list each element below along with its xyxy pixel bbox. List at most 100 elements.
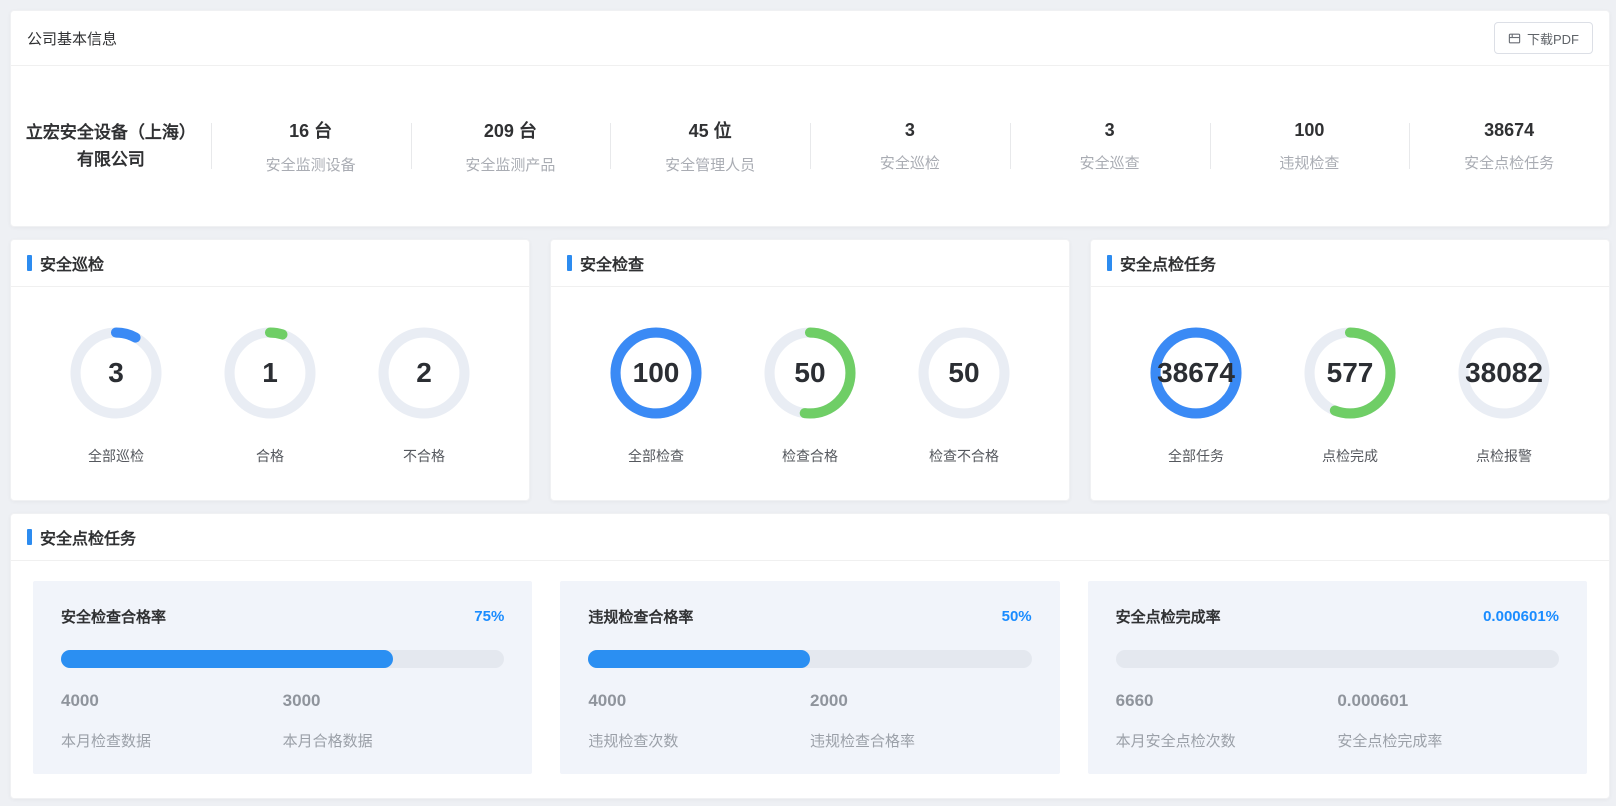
download-pdf-button[interactable]: 下载PDF [1494,22,1593,54]
stat-label: 违规检查 [1210,152,1410,173]
rate-stat: 4000 违规检查次数 [588,691,810,751]
stat-label: 安全监测产品 [411,154,611,175]
donut-label: 全部检查 [628,446,684,466]
rate-stat-label: 违规检查次数 [588,730,810,751]
rate-stat-label: 本月合格数据 [283,730,505,751]
stat-label: 安全点检任务 [1409,152,1609,173]
download-icon [1508,32,1521,45]
rate-stat-value: 4000 [61,691,283,711]
donut-ring: 100 [610,327,702,419]
company-name: 立宏安全设备（上海）有限公司 [11,119,211,173]
rate-percent: 0.000601% [1483,608,1559,625]
rings-row: 3 全部巡检 1 合格 2 不合格 [11,287,529,466]
donut-label: 检查不合格 [929,446,999,466]
stat-value: 209 台 [411,117,611,143]
rate-stat-label: 安全点检完成率 [1337,730,1559,751]
donut-ring: 38674 [1150,327,1242,419]
rate-stats-row: 6660 本月安全点检次数 0.000601 安全点检完成率 [1116,691,1559,751]
donut-stat: 3 全部巡检 [70,327,162,466]
stat-label: 安全监测设备 [211,154,411,175]
stat-item: 3 安全巡查 [1010,120,1210,173]
progress-bar [588,650,1031,668]
ring-card-header: 安全检查 [551,240,1069,287]
rate-stat-value: 4000 [588,691,810,711]
card-title: 安全巡检 [40,251,104,275]
donut-label: 合格 [256,446,284,466]
donut-value: 50 [764,327,856,419]
title-accent-bar [27,529,32,545]
donut-ring: 1 [224,327,316,419]
donut-stat: 100 全部检查 [610,327,702,466]
rate-panel: 安全点检完成率 0.000601% 6660 本月安全点检次数 0.000601… [1088,581,1587,774]
stat-item: 45 位 安全管理人员 [610,117,810,175]
ring-card: 安全检查 100 全部检查 50 检查合格 50 检查不 [550,239,1070,501]
donut-label: 全部任务 [1168,446,1224,466]
donut-label: 全部巡检 [88,446,144,466]
company-stats-row: 立宏安全设备（上海）有限公司 16 台 安全监测设备 209 台 安全监测产品 … [11,66,1609,226]
ring-card: 安全点检任务 38674 全部任务 577 点检完成 38082 [1090,239,1610,501]
donut-stat: 38674 全部任务 [1150,327,1242,466]
rate-panel: 违规检查合格率 50% 4000 违规检查次数 2000 违规检查合格率 [560,581,1059,774]
rate-stat-value: 0.000601 [1337,691,1559,711]
donut-label: 点检报警 [1476,446,1532,466]
progress-fill [588,650,810,668]
donut-stat: 50 检查不合格 [918,327,1010,466]
progress-fill [61,650,393,668]
ring-cards-row: 安全巡检 3 全部巡检 1 合格 2 不合格 [10,239,1610,501]
donut-ring: 3 [70,327,162,419]
stat-item: 209 台 安全监测产品 [411,117,611,175]
title-accent-bar [567,255,572,271]
donut-stat: 50 检查合格 [764,327,856,466]
rate-stat: 6660 本月安全点检次数 [1116,691,1338,751]
rate-stat-label: 本月检查数据 [61,730,283,751]
progress-bar [61,650,504,668]
stat-item: 16 台 安全监测设备 [211,117,411,175]
page-title: 公司基本信息 [27,28,117,49]
stat-item: 100 违规检查 [1210,120,1410,173]
company-info-card: 公司基本信息 下载PDF 立宏安全设备（上海）有限公司 16 台 安全监测设备 … [10,10,1610,227]
rate-stat: 3000 本月合格数据 [283,691,505,751]
donut-stat: 2 不合格 [378,327,470,466]
donut-value: 100 [610,327,702,419]
rate-stats-row: 4000 违规检查次数 2000 违规检查合格率 [588,691,1031,751]
rate-stat-value: 3000 [283,691,505,711]
stat-item: 38674 安全点检任务 [1409,120,1609,173]
stat-value: 100 [1210,120,1410,141]
rate-panel-top: 违规检查合格率 50% [588,606,1031,627]
stat-item: 3 安全巡检 [810,120,1010,173]
download-pdf-label: 下载PDF [1527,29,1579,48]
rings-row: 100 全部检查 50 检查合格 50 检查不合格 [551,287,1069,466]
rate-title: 安全点检完成率 [1116,606,1221,627]
donut-label: 点检完成 [1322,446,1378,466]
rate-panel-top: 安全检查合格率 75% [61,606,504,627]
rate-stat: 0.000601 安全点检完成率 [1337,691,1559,751]
donut-value: 2 [378,327,470,419]
donut-ring: 38082 [1458,327,1550,419]
rate-title: 安全检查合格率 [61,606,166,627]
stat-value: 3 [810,120,1010,141]
title-accent-bar [27,255,32,271]
inspection-task-card: 安全点检任务 安全检查合格率 75% 4000 本月检查数据 3000 本月合格… [10,513,1610,799]
donut-value: 50 [918,327,1010,419]
stat-value: 45 位 [610,117,810,143]
rate-panels-row: 安全检查合格率 75% 4000 本月检查数据 3000 本月合格数据 违规检查… [11,561,1609,802]
donut-ring: 2 [378,327,470,419]
donut-ring: 577 [1304,327,1396,419]
donut-value: 38674 [1150,327,1242,419]
donut-stat: 38082 点检报警 [1458,327,1550,466]
rate-stat-value: 2000 [810,691,1032,711]
stat-label: 安全管理人员 [610,154,810,175]
card-title: 安全检查 [580,251,644,275]
rate-panel: 安全检查合格率 75% 4000 本月检查数据 3000 本月合格数据 [33,581,532,774]
ring-card: 安全巡检 3 全部巡检 1 合格 2 不合格 [10,239,530,501]
rate-percent: 50% [1002,608,1032,625]
donut-value: 3 [70,327,162,419]
donut-value: 38082 [1458,327,1550,419]
rings-row: 38674 全部任务 577 点检完成 38082 点检报警 [1091,287,1609,466]
donut-value: 577 [1304,327,1396,419]
rate-title: 违规检查合格率 [588,606,693,627]
donut-ring: 50 [918,327,1010,419]
rate-stat: 2000 违规检查合格率 [810,691,1032,751]
stat-label: 安全巡查 [1010,152,1210,173]
card-title: 安全点检任务 [1120,251,1216,275]
